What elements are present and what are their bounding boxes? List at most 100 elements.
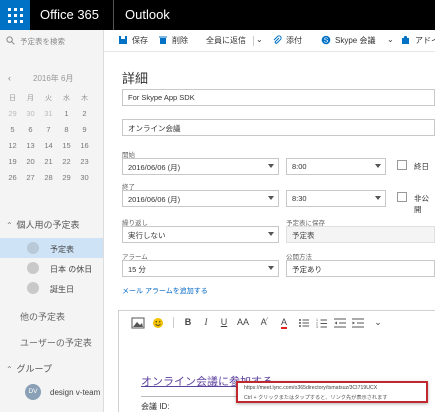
- calendar-color-icon: [27, 242, 39, 254]
- day-cell[interactable]: 30: [22, 109, 39, 118]
- start-time-select[interactable]: 8:00: [286, 158, 386, 175]
- day-cell[interactable]: 7: [40, 125, 57, 134]
- reply-all-button[interactable]: 全員に返信: [206, 35, 246, 47]
- end-date-value: 2016/06/06 (月): [128, 195, 181, 204]
- calendar-item-default[interactable]: 予定表: [0, 238, 103, 258]
- private-checkbox[interactable]: [397, 192, 407, 202]
- numbered-list-icon[interactable]: 123: [315, 317, 329, 329]
- search-input[interactable]: 予定表を検索: [20, 36, 65, 47]
- day-cell[interactable]: 12: [4, 141, 21, 150]
- app-title[interactable]: Office 365: [40, 7, 99, 22]
- show-as-select[interactable]: 予定あり: [286, 260, 435, 277]
- delete-label: 削除: [172, 36, 188, 45]
- other-calendars-link[interactable]: 他の予定表: [20, 310, 65, 323]
- save-label: 保存: [132, 36, 148, 45]
- start-date-select[interactable]: 2016/06/06 (月): [122, 158, 279, 175]
- font-color-icon[interactable]: A: [277, 317, 291, 329]
- chevron-left-icon[interactable]: ‹: [8, 73, 16, 83]
- day-cell[interactable]: 2: [76, 109, 93, 118]
- repeat-select[interactable]: 実行しない: [122, 226, 279, 243]
- day-cell[interactable]: 5: [4, 125, 21, 134]
- tooltip-url: https://meet.lync.com/o365directory/tsma…: [244, 385, 378, 391]
- weekday-row: 日 月 火 水 木: [4, 93, 103, 109]
- day-cell[interactable]: 9: [76, 125, 93, 134]
- chevron-down-icon[interactable]: ⌄: [256, 35, 263, 47]
- group-item[interactable]: DV design v-team: [0, 382, 103, 402]
- add-email-alarm-link[interactable]: メール アラームを追加する: [122, 286, 208, 296]
- avatar: DV: [25, 384, 41, 400]
- day-cell[interactable]: 30: [76, 173, 93, 182]
- section-label: グループ: [16, 364, 52, 374]
- emoji-icon[interactable]: [151, 317, 165, 329]
- italic-icon[interactable]: I: [199, 317, 213, 329]
- day-cell[interactable]: 29: [58, 173, 75, 182]
- app-launcher-icon[interactable]: [0, 0, 30, 30]
- delete-button[interactable]: 削除: [158, 35, 188, 47]
- bold-icon[interactable]: B: [181, 317, 195, 329]
- start-time-value: 8:00: [292, 162, 307, 171]
- calendar-item-label: 予定表: [50, 245, 74, 254]
- event-compose-pane: 保存 削除 全員に返信 ⌄ 添付 S Skype 会議 ⌄ アドイ 詳細 For …: [104, 30, 435, 412]
- day-cell[interactable]: 16: [76, 141, 93, 150]
- skype-meeting-button[interactable]: S Skype 会議: [321, 35, 375, 47]
- end-time-select[interactable]: 8:30: [286, 190, 386, 207]
- birthday-icon: [27, 282, 39, 294]
- day-cell[interactable]: 1: [58, 109, 75, 118]
- day-cell[interactable]: 23: [76, 157, 93, 166]
- day-cell[interactable]: 31: [40, 109, 57, 118]
- day-cell[interactable]: 14: [40, 141, 57, 150]
- calendar-search[interactable]: 予定表を検索: [6, 34, 102, 48]
- calendar-item-holidays[interactable]: 日本 の休日: [0, 258, 103, 278]
- font-size-icon[interactable]: AA: [236, 317, 250, 329]
- day-cell[interactable]: 6: [22, 125, 39, 134]
- show-as-value: 予定あり: [292, 265, 322, 274]
- calendar-item-birthdays[interactable]: 誕生日: [0, 278, 103, 298]
- day-cell[interactable]: 8: [58, 125, 75, 134]
- calendar-icon: [27, 262, 39, 274]
- day-cell[interactable]: 28: [40, 173, 57, 182]
- chevron-up-icon: ⌃: [6, 221, 13, 230]
- attach-button[interactable]: 添付: [272, 35, 302, 47]
- week-row: 12 13 14 15 16: [4, 141, 103, 157]
- highlight-icon[interactable]: A⁄: [257, 317, 271, 329]
- personal-calendars-header[interactable]: ⌃ 個人用の予定表: [6, 218, 80, 231]
- week-row: 26 27 28 29 30: [4, 173, 103, 189]
- chevron-down-icon: [268, 196, 274, 200]
- day-cell[interactable]: 26: [4, 173, 21, 182]
- attach-label: 添付: [286, 36, 302, 45]
- day-cell[interactable]: 20: [22, 157, 39, 166]
- day-cell[interactable]: 22: [58, 157, 75, 166]
- trash-icon: [159, 36, 167, 44]
- page-title: 詳細: [122, 71, 149, 86]
- module-title[interactable]: Outlook: [125, 7, 170, 22]
- day-cell[interactable]: 21: [40, 157, 57, 166]
- day-cell[interactable]: 13: [22, 141, 39, 150]
- location-input[interactable]: オンライン会議: [122, 119, 435, 136]
- group-item-label: design v-team: [50, 388, 101, 397]
- link-tooltip: https://meet.lync.com/o365directory/tsma…: [236, 381, 428, 403]
- increase-indent-icon[interactable]: [351, 317, 365, 329]
- chevron-down-icon: [268, 266, 274, 270]
- day-cell[interactable]: 15: [58, 141, 75, 150]
- private-label: 非公開: [414, 194, 429, 214]
- chevron-down-icon[interactable]: ⌄: [387, 35, 394, 47]
- underline-icon[interactable]: U: [217, 317, 231, 329]
- end-date-select[interactable]: 2016/06/06 (月): [122, 190, 279, 207]
- day-cell[interactable]: 29: [4, 109, 21, 118]
- subject-input[interactable]: For Skype App SDK: [122, 89, 435, 106]
- day-cell[interactable]: 19: [4, 157, 21, 166]
- alarm-select[interactable]: 15 分: [122, 260, 279, 277]
- left-pane: 予定表を検索 ‹ 2016年 6月 日 月 火 水 木 29 30 31 1 2…: [0, 30, 104, 412]
- groups-header[interactable]: ⌃ グループ: [6, 362, 52, 375]
- user-calendars-link[interactable]: ユーザーの予定表: [20, 336, 92, 349]
- save-button[interactable]: 保存: [118, 35, 148, 47]
- all-day-checkbox[interactable]: [397, 160, 407, 170]
- day-cell[interactable]: 27: [22, 173, 39, 182]
- paperclip-icon: [273, 35, 282, 44]
- image-icon[interactable]: [131, 317, 145, 329]
- bullet-list-icon[interactable]: [297, 317, 311, 329]
- puzzle-icon: [402, 35, 409, 44]
- chevron-down-icon[interactable]: ⌄: [371, 317, 385, 329]
- decrease-indent-icon[interactable]: [333, 317, 347, 329]
- add-ins-button[interactable]: アドイ: [401, 35, 435, 47]
